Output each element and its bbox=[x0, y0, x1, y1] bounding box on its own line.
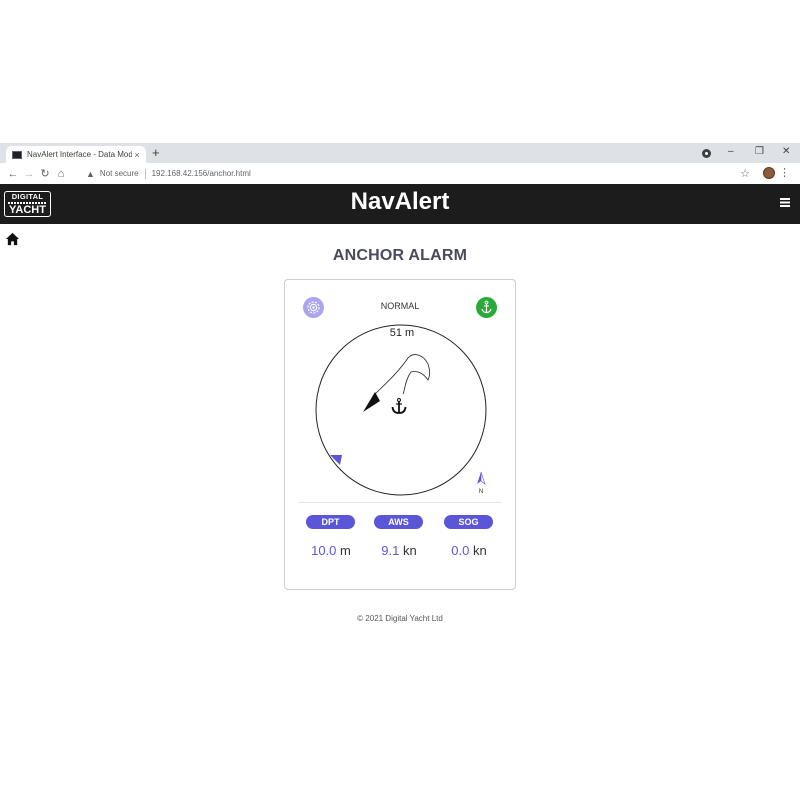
media-indicator-icon[interactable] bbox=[702, 149, 711, 158]
footer-copyright: © 2021 Digital Yacht Ltd bbox=[357, 614, 443, 623]
anchor-alarm-card: NORMAL 51 m N DPT AWS SOG 10.0 m 9.1 kn … bbox=[284, 279, 516, 590]
forward-icon[interactable]: → bbox=[21, 168, 37, 180]
new-tab-button[interactable]: + bbox=[152, 145, 160, 160]
address-divider bbox=[144, 168, 146, 179]
browser-tab[interactable]: NavAlert Interface - Data Modes × bbox=[6, 146, 146, 163]
maximize-button[interactable]: ❐ bbox=[755, 146, 764, 157]
home-browser-icon[interactable]: ⌂ bbox=[53, 168, 69, 180]
anchor-icon bbox=[481, 300, 492, 314]
north-label: N bbox=[479, 489, 483, 495]
alarm-radius-circle bbox=[315, 324, 487, 496]
sog-reading: 0.0 kn bbox=[434, 543, 504, 558]
dpt-reading: 10.0 m bbox=[296, 543, 366, 558]
tab-close-button[interactable]: × bbox=[132, 150, 142, 160]
sog-unit: kn bbox=[472, 543, 487, 558]
home-icon[interactable] bbox=[5, 232, 20, 246]
address-bar[interactable]: ▲ Not secure 192.168.42.156/anchor.html bbox=[86, 166, 760, 181]
favicon-icon bbox=[12, 150, 22, 159]
reload-icon[interactable]: ↻ bbox=[37, 167, 53, 180]
browser-toolbar: ← → ↻ ⌂ ▲ Not secure 192.168.42.156/anch… bbox=[0, 163, 800, 185]
profile-avatar[interactable] bbox=[763, 167, 775, 179]
app-title: NavAlert bbox=[350, 188, 450, 215]
back-icon[interactable]: ← bbox=[5, 168, 21, 180]
radius-label: 51 m bbox=[390, 327, 414, 339]
url-text[interactable]: 192.168.42.156/anchor.html bbox=[152, 169, 251, 178]
app-header: DIGITAL YACHT NavAlert bbox=[0, 184, 800, 224]
page-title: ANCHOR ALARM bbox=[332, 247, 468, 264]
aws-value: 9.1 bbox=[381, 543, 400, 558]
card-divider bbox=[299, 502, 501, 503]
aws-reading: 9.1 kn bbox=[364, 543, 434, 558]
browser-menu-icon[interactable]: ⋮ bbox=[779, 166, 790, 179]
aws-button[interactable]: AWS bbox=[374, 515, 423, 529]
warning-icon[interactable]: ▲ bbox=[86, 169, 95, 179]
anchor-toggle-button[interactable] bbox=[476, 297, 497, 318]
aws-unit: kn bbox=[402, 543, 417, 558]
anchor-radar: 51 m N bbox=[315, 324, 487, 496]
dpt-unit: m bbox=[340, 543, 351, 558]
hamburger-menu-icon[interactable] bbox=[780, 198, 790, 207]
north-indicator-icon bbox=[477, 471, 486, 485]
dpt-button[interactable]: DPT bbox=[306, 515, 355, 529]
sog-button[interactable]: SOG bbox=[444, 515, 493, 529]
security-status[interactable]: Not secure bbox=[100, 169, 139, 178]
tab-strip: NavAlert Interface - Data Modes × + – ❐ … bbox=[0, 143, 800, 163]
minimize-button[interactable]: – bbox=[728, 146, 734, 157]
tab-title: NavAlert Interface - Data Modes bbox=[27, 150, 132, 159]
bookmark-star-icon[interactable]: ☆ bbox=[740, 167, 750, 180]
close-window-button[interactable]: ✕ bbox=[782, 146, 790, 157]
dpt-value: 10.0 bbox=[311, 543, 337, 558]
sog-value: 0.0 bbox=[451, 543, 470, 558]
browser-chrome: NavAlert Interface - Data Modes × + – ❐ … bbox=[0, 143, 800, 185]
